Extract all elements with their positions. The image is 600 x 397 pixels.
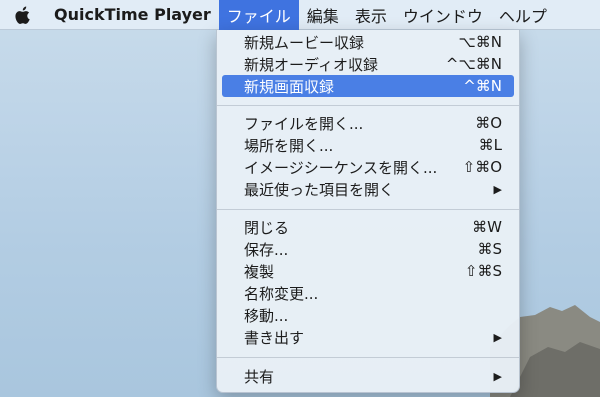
menu-item-save[interactable]: 保存... ⌘S bbox=[222, 238, 514, 260]
menu-item-shortcut: ⇧⌘O bbox=[462, 158, 502, 176]
menu-item-label: 書き出す bbox=[244, 328, 305, 347]
menu-window[interactable]: ウインドウ bbox=[395, 0, 491, 30]
menu-item-label: 場所を開く... bbox=[244, 136, 334, 155]
chevron-right-icon: ▶ bbox=[493, 369, 502, 383]
menu-item-open-recent[interactable]: 最近使った項目を開く ▶ bbox=[222, 178, 514, 200]
menu-file[interactable]: ファイル bbox=[218, 0, 299, 30]
menu-item-new-audio-recording[interactable]: 新規オーディオ収録 ^⌥⌘N bbox=[222, 53, 514, 75]
chevron-right-icon: ▶ bbox=[493, 182, 502, 196]
menu-item-label: 閉じる bbox=[244, 218, 290, 237]
menu-item-label: 新規ムービー収録 bbox=[244, 33, 365, 52]
menu-item-open-location[interactable]: 場所を開く... ⌘L bbox=[222, 134, 514, 156]
menu-item-share[interactable]: 共有 ▶ bbox=[222, 365, 514, 387]
menu-item-shortcut: ^⌥⌘N bbox=[445, 55, 502, 73]
app-name-menu[interactable]: QuickTime Player bbox=[54, 5, 211, 24]
menu-separator bbox=[217, 105, 519, 106]
menu-separator bbox=[217, 357, 519, 358]
menu-item-label: ファイルを開く... bbox=[244, 114, 364, 133]
menu-item-shortcut: ⌘O bbox=[475, 114, 502, 132]
menu-item-label: 複製 bbox=[244, 262, 275, 281]
menu-item-open-image-sequence[interactable]: イメージシーケンスを開く... ⇧⌘O bbox=[222, 156, 514, 178]
menu-separator bbox=[217, 209, 519, 210]
menu-item-label: 移動... bbox=[244, 306, 289, 325]
menu-item-label: イメージシーケンスを開く... bbox=[244, 158, 438, 177]
menu-item-label: 保存... bbox=[244, 240, 289, 259]
menu-item-label: 最近使った項目を開く bbox=[244, 180, 395, 199]
menu-item-new-movie-recording[interactable]: 新規ムービー収録 ⌥⌘N bbox=[222, 31, 514, 53]
file-menu-dropdown: 新規ムービー収録 ⌥⌘N 新規オーディオ収録 ^⌥⌘N 新規画面収録 ^⌘N フ… bbox=[216, 30, 520, 393]
menu-item-duplicate[interactable]: 複製 ⇧⌘S bbox=[222, 260, 514, 282]
menu-item-shortcut: ⌥⌘N bbox=[458, 33, 502, 51]
menu-item-label: 共有 bbox=[244, 367, 275, 386]
menu-item-shortcut: ⌘W bbox=[472, 218, 502, 236]
menu-item-shortcut: ⌘L bbox=[478, 136, 502, 154]
menu-item-shortcut: ^⌘N bbox=[463, 77, 502, 95]
menu-item-label: 名称変更... bbox=[244, 284, 319, 303]
menu-edit[interactable]: 編集 bbox=[299, 0, 347, 30]
menu-item-label: 新規オーディオ収録 bbox=[244, 55, 378, 74]
menu-item-open-file[interactable]: ファイルを開く... ⌘O bbox=[222, 112, 514, 134]
menu-item-rename[interactable]: 名称変更... bbox=[222, 282, 514, 304]
chevron-right-icon: ▶ bbox=[493, 330, 502, 344]
menu-help[interactable]: ヘルプ bbox=[491, 0, 555, 30]
menu-view[interactable]: 表示 bbox=[347, 0, 395, 30]
apple-logo-icon[interactable] bbox=[0, 0, 46, 30]
menu-item-label: 新規画面収録 bbox=[244, 77, 335, 96]
menu-item-close[interactable]: 閉じる ⌘W bbox=[222, 216, 514, 238]
menu-item-export[interactable]: 書き出す ▶ bbox=[222, 326, 514, 348]
menu-bar: QuickTime Player ファイル 編集 表示 ウインドウ ヘルプ bbox=[0, 0, 600, 30]
menu-item-shortcut: ⌘S bbox=[477, 240, 502, 258]
menu-item-move[interactable]: 移動... bbox=[222, 304, 514, 326]
menu-item-shortcut: ⇧⌘S bbox=[464, 262, 502, 280]
menu-item-new-screen-recording[interactable]: 新規画面収録 ^⌘N bbox=[222, 75, 514, 97]
